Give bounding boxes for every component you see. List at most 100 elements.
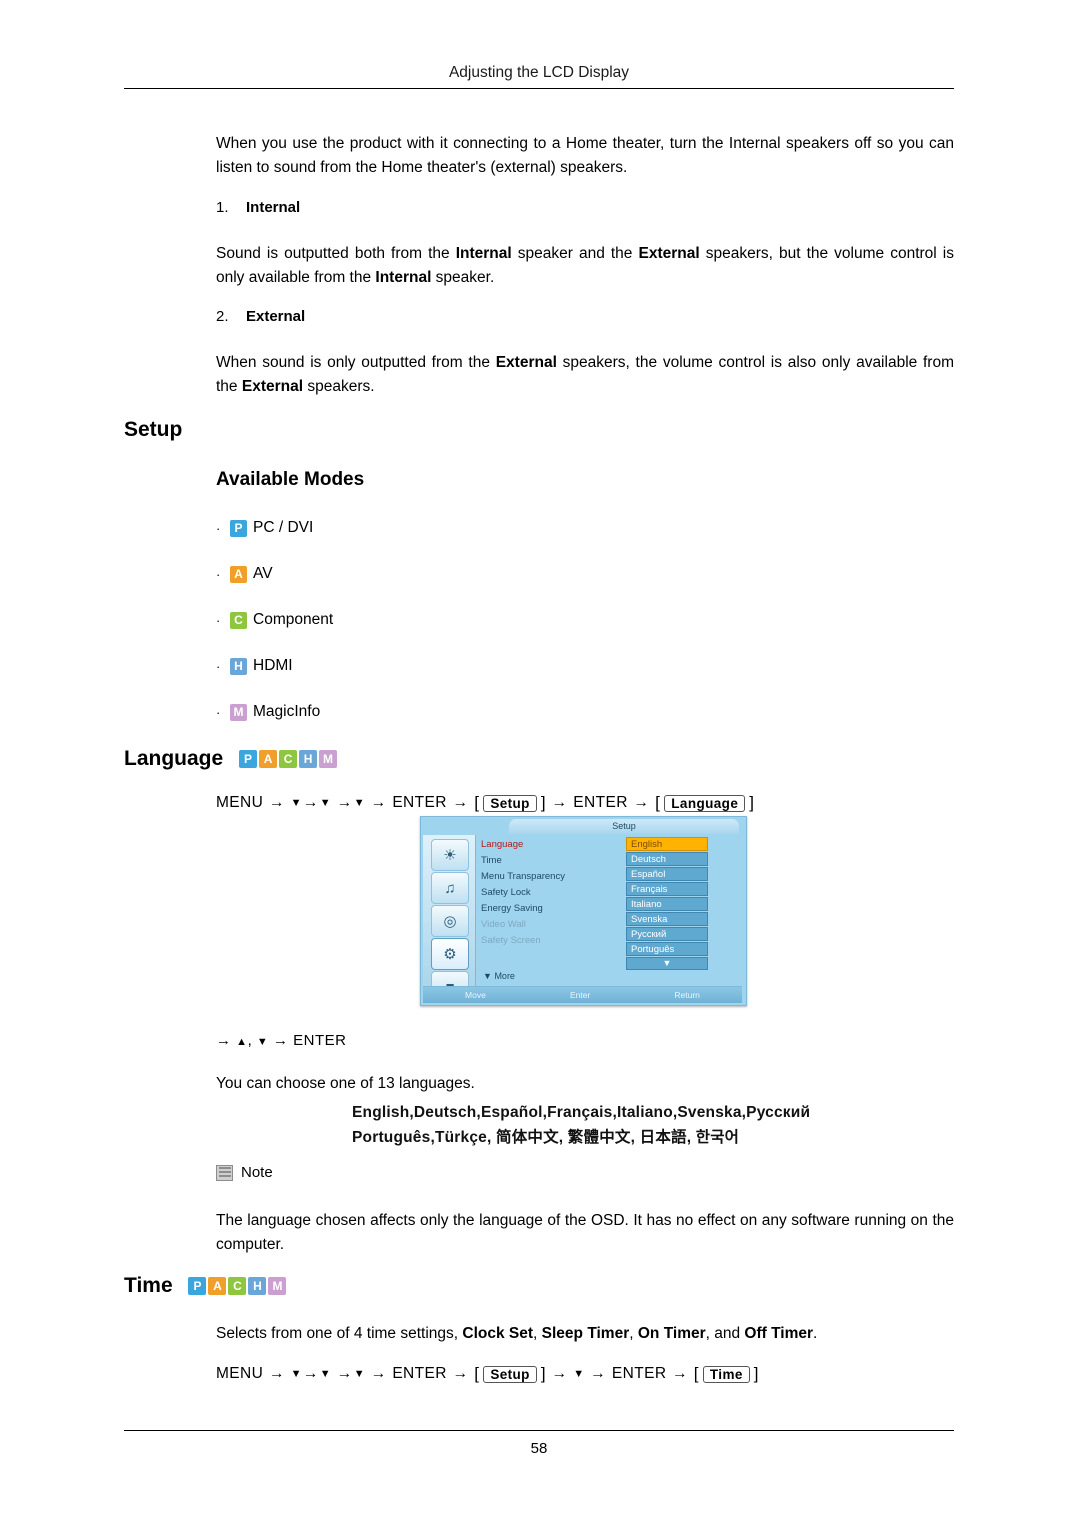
mode-badge-c-icon: C [228,1277,247,1296]
bullet-icon: · [216,612,221,628]
internal-description: Sound is outputted both from the Interna… [216,245,954,286]
list-item-number: 2. [216,308,229,325]
osd-menu-item-video-wall: Video Wall [481,919,526,930]
subsection-available-modes: Available Modes [216,469,365,490]
menu-path-separator: , [247,1032,257,1049]
osd-hint-enter: Enter [569,990,591,1000]
section-heading-setup: Setup [124,418,183,441]
mode-row-magicinfo: · M MagicInfo [216,703,320,721]
intro-paragraph: When you use the product with it connect… [216,135,954,176]
menu-path-enter-2: ENTER [611,1365,667,1382]
sound-icon: ♫ [431,872,469,904]
menu-path-start: MENU [216,1365,264,1382]
down-arrow-icon: ▼ [319,797,332,809]
mode-badge-a-icon: A [208,1277,227,1296]
mode-badge-m-icon: M [230,703,247,721]
mode-badge-h-icon: H [230,657,247,675]
osd-value-svenska[interactable]: Svenska [626,912,708,926]
down-arrow-icon: ▼ [353,797,365,809]
picture-icon: ☀ [431,839,469,871]
mode-badge-a-icon: A [259,750,278,769]
osd-screenshot: Setup ☀ ♫ ◎ ⚙ ■ Language Time Menu Trans… [420,816,747,1006]
osd-menu-item-time[interactable]: Time [481,853,621,869]
mode-row-pc-dvi: · P PC / DVI [216,519,313,537]
menu-path-box-language: Language [664,794,746,812]
language-list: English,Deutsch,Español,Français,Italian… [352,1100,912,1150]
mode-badge-h-icon: H [299,750,318,769]
list-item-external: 2. External [216,308,305,325]
osd-menu-item-menu-transparency[interactable]: Menu Transparency [481,869,621,885]
osd-more-row[interactable]: ▼ More [483,971,515,981]
document-page: Adjusting the LCD Display When you use t… [0,0,1080,1527]
bullet-icon: · [216,658,221,674]
mode-badge-p-icon: P [230,519,247,537]
osd-value-espanol[interactable]: Español [626,867,708,881]
language-mode-badges: P A C H M [239,750,338,769]
mode-label-pc-dvi: PC / DVI [253,519,314,536]
page-number: 58 [530,1440,548,1457]
osd-menu-item-safety-lock[interactable]: Safety Lock [481,885,621,901]
mode-row-hdmi: · H HDMI [216,657,293,675]
note-label: Note [241,1164,273,1181]
osd-hint-return: Return [674,990,700,1000]
note-row: Note [216,1164,273,1181]
menu-path-enter: ENTER [293,1032,347,1049]
menu-path-box-setup: Setup [483,794,537,812]
osd-value-russian[interactable]: Русский [626,927,708,941]
mode-label-magicinfo: MagicInfo [253,703,321,720]
mode-label-hdmi: HDMI [253,657,293,674]
osd-menu-item-energy-saving[interactable]: Energy Saving [481,901,621,917]
menu-path-time: MENU → ▼ → ▼ → ▼ → ENTER → [Setup] → ▼ → E… [216,1364,759,1383]
footer-divider [124,1430,954,1431]
mode-badge-m-icon: M [268,1277,287,1296]
menu-path-language: MENU → ▼ → ▼ → ▼ → ENTER → [Setup] → ENTER… [216,793,755,812]
osd-value-italiano[interactable]: Italiano [626,897,708,911]
osd-menu-list: Language Time Menu Transparency Safety L… [481,837,621,949]
mode-row-av: · A AV [216,565,273,583]
bullet-icon: · [216,566,221,582]
down-arrow-icon: ▼ [290,1368,302,1380]
down-arrow-icon: ▼ [353,1368,365,1380]
menu-path-enter-1: ENTER [392,1365,447,1382]
mode-badge-c-icon: C [279,750,298,769]
list-item-label: Internal [246,199,301,216]
bullet-icon: · [216,704,221,720]
list-item-internal: 1. Internal [216,199,300,216]
osd-value-list: English Deutsch Español Français Italian… [626,837,708,970]
mode-label-component: Component [253,611,334,628]
mode-badge-h-icon: H [248,1277,267,1296]
menu-path-enter-2: ENTER [573,794,628,811]
note-text: The language chosen affects only the lan… [216,1212,954,1253]
list-item-number: 1. [216,199,229,216]
osd-footer-hints: Move Enter Return [423,986,742,1003]
mode-badge-a-icon: A [230,565,247,583]
time-mode-badges: P A C H M [188,1277,287,1296]
osd-value-portugues[interactable]: Português [626,942,708,956]
language-heading-text: Language [124,747,224,770]
osd-scroll-down-icon[interactable]: ▼ [626,957,708,970]
down-arrow-icon: ▼ [319,1368,332,1380]
osd-value-francais[interactable]: Français [626,882,708,896]
list-item-label: External [246,308,306,325]
page-header-title: Adjusting the LCD Display [448,64,630,81]
language-list-line-1: English,Deutsch,Español,Français,Italian… [352,1104,811,1121]
time-heading-text: Time [124,1274,173,1297]
osd-value-deutsch[interactable]: Deutsch [626,852,708,866]
input-icon: ◎ [431,905,469,937]
setup-icon: ⚙ [431,938,469,970]
osd-more-label: More [494,971,515,981]
note-icon [216,1164,234,1181]
section-heading-language: Language P A C H M [124,747,338,771]
mode-badge-p-icon: P [239,750,258,769]
menu-path-language-second: → ▲, ▼ → ENTER [216,1032,347,1049]
language-description: You can choose one of 13 languages. [216,1075,475,1092]
osd-value-english[interactable]: English [626,837,708,851]
menu-path-box-setup: Setup [483,1365,537,1383]
osd-menu-item-language[interactable]: Language [481,837,621,853]
menu-path-enter-1: ENTER [392,794,447,811]
down-arrow-icon: ▼ [256,1036,269,1048]
mode-badge-p-icon: P [188,1277,207,1296]
language-list-line-2: Português,Türkçe, 简体中文, 繁體中文, 日本語, 한국어 [352,1129,740,1146]
mode-row-component: · C Component [216,611,333,629]
up-arrow-icon: ▲ [236,1036,248,1048]
